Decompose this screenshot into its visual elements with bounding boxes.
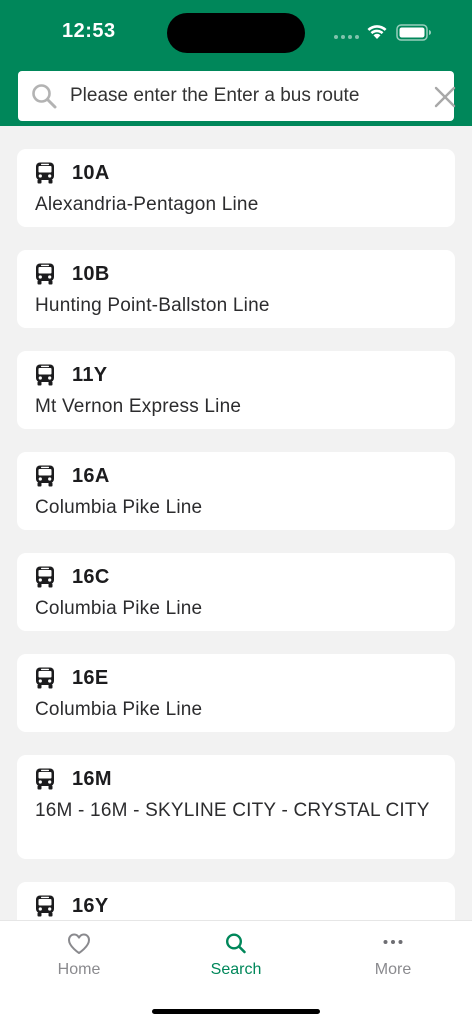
tab-more-label: More [374, 961, 412, 978]
tab-home-label: Home [57, 961, 101, 978]
route-name: Columbia Pike Line [35, 598, 203, 619]
cellular-signal-icon [334, 35, 359, 39]
tab-more[interactable]: More [333, 931, 453, 979]
tab-search[interactable]: Search [176, 931, 296, 979]
tab-search-label: Search [210, 961, 262, 978]
search-input[interactable] [70, 81, 418, 111]
ellipsis-icon [383, 940, 403, 944]
route-card[interactable]: 16C Columbia Pike Line [17, 553, 455, 631]
route-number: 16E [72, 666, 109, 689]
home-indicator [152, 1009, 320, 1014]
heart-icon [68, 933, 90, 954]
route-name: Mt Vernon Express Line [35, 396, 242, 417]
route-name: Columbia Pike Line [35, 497, 203, 518]
bus-icon [36, 263, 54, 285]
tab-home[interactable]: Home [19, 931, 139, 979]
route-name: Hunting Point-Ballston Line [35, 295, 270, 316]
close-icon[interactable] [434, 86, 456, 108]
route-card[interactable]: 16A Columbia Pike Line [17, 452, 455, 530]
bus-icon [36, 768, 54, 790]
bus-icon [36, 162, 54, 184]
route-card[interactable]: 16M 16M - 16M - SKYLINE CITY - CRYSTAL C… [17, 755, 455, 859]
wifi-icon [367, 25, 387, 39]
route-number: 16M [72, 767, 112, 790]
route-card[interactable]: 10A Alexandria-Pentagon Line [17, 149, 455, 227]
route-number: 11Y [72, 363, 108, 386]
app-header: 12:53 [0, 0, 472, 126]
status-bar: 12:53 [0, 0, 472, 64]
route-card[interactable]: 16Y [17, 882, 455, 920]
route-card[interactable]: 16E Columbia Pike Line [17, 654, 455, 732]
battery-icon [396, 24, 431, 41]
route-name: Columbia Pike Line [35, 699, 203, 720]
status-time: 12:53 [62, 20, 116, 42]
search-bar [18, 71, 456, 121]
dynamic-island [167, 13, 305, 53]
route-name: 16M - 16M - SKYLINE CITY - CRYSTAL CITY [35, 800, 430, 821]
search-icon [225, 933, 246, 954]
bus-icon [36, 465, 54, 487]
bus-icon [36, 364, 54, 386]
route-number: 16A [72, 464, 110, 487]
bus-icon [36, 895, 54, 917]
route-number: 10B [72, 262, 110, 285]
bus-icon [36, 667, 54, 689]
route-list: 10A Alexandria-Pentagon Line 10B Hunting… [0, 126, 472, 920]
bus-icon [36, 566, 54, 588]
route-number: 10A [72, 161, 110, 184]
route-number: 16C [72, 565, 110, 588]
search-icon [32, 84, 57, 109]
route-name: Alexandria-Pentagon Line [35, 194, 259, 215]
route-card[interactable]: 11Y Mt Vernon Express Line [17, 351, 455, 429]
route-number: 16Y [72, 894, 109, 917]
route-card[interactable]: 10B Hunting Point-Ballston Line [17, 250, 455, 328]
